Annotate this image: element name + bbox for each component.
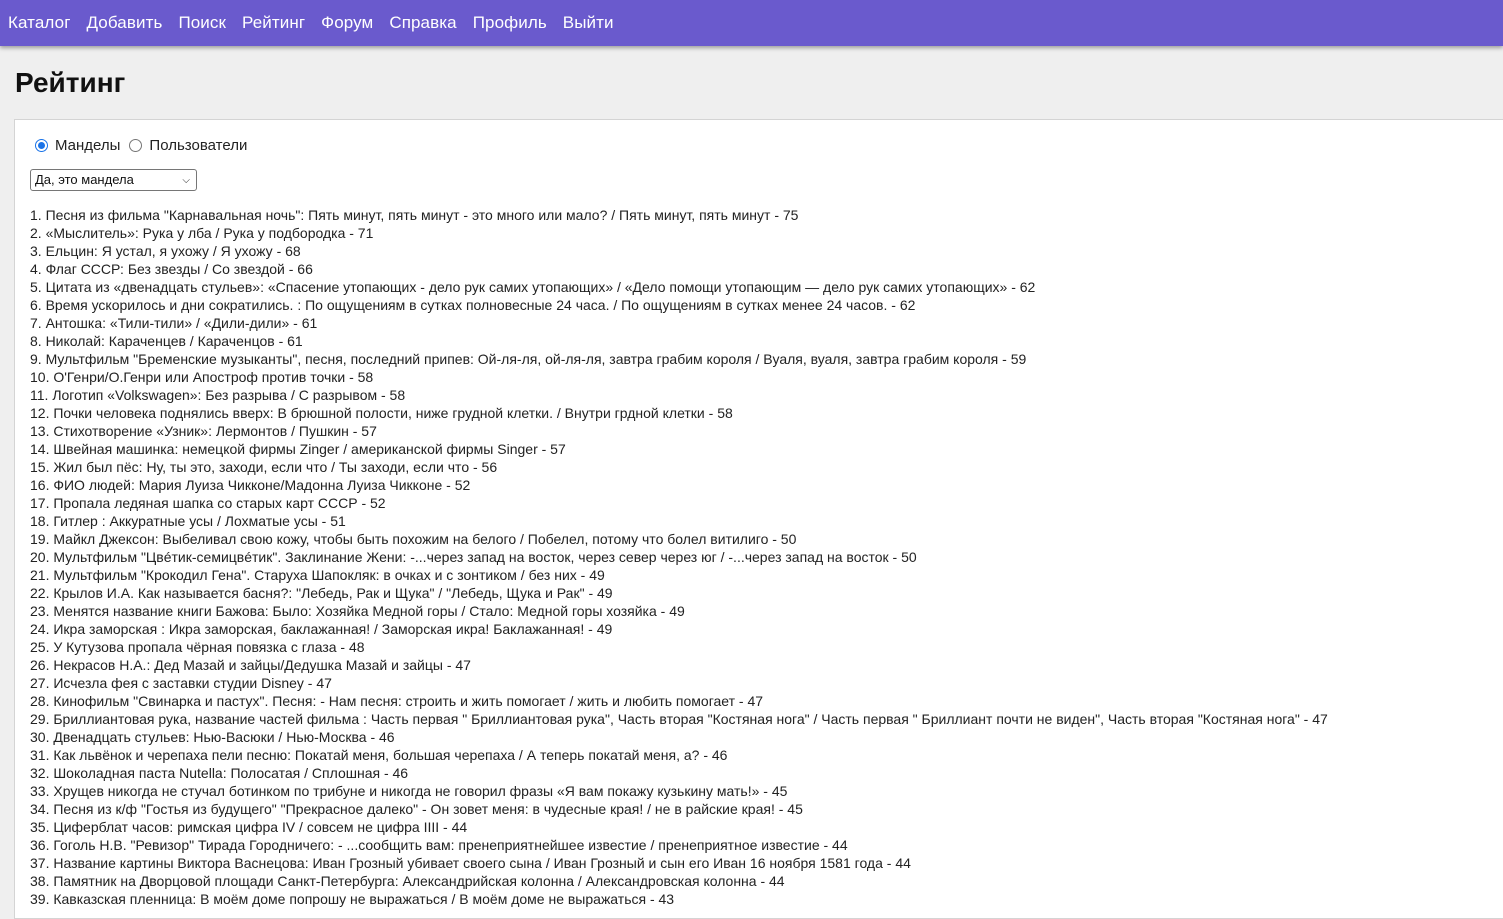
rating-list-item: 38. Памятник на Дворцовой площади Санкт-… [30,873,785,889]
rating-list-item: 33. Хрущев никогда не стучал ботинком по… [30,783,788,799]
rating-list-item: 37. Название картины Виктора Васнецова: … [30,855,911,871]
nav-rating-link[interactable]: Рейтинг [242,13,305,33]
rating-list-item: 10. О'Генри/О.Генри или Апостроф против … [30,369,374,385]
rating-list-item: 6. Время ускорилось и дни сократились. :… [30,297,916,313]
rating-list-item: 17. Пропала ледяная шапка со старых карт… [30,495,386,511]
rating-list-item: 4. Флаг СССР: Без звезды / Со звездой - … [30,261,313,277]
nav-logout-link[interactable]: Выйти [563,13,614,33]
rating-list-item: 13. Стихотворение «Узник»: Лермонтов / П… [30,423,377,439]
rating-list-item: 19. Майкл Джексон: Выбеливал свою кожу, … [30,531,797,547]
rating-list-item: 20. Мультфильм "Цвéтик-семицвéтик". Закл… [30,549,917,565]
nav-catalog-link[interactable]: Каталог [8,13,71,33]
rating-list-item: 39. Кавказская пленница: В моём доме поп… [30,891,675,907]
rating-list-item: 1. Песня из фильма "Карнавальная ночь": … [30,207,799,223]
rating-list-item: 31. Как львёнок и черепаха пели песню: П… [30,747,728,763]
rating-list-item: 35. Циферблат часов: римская цифра IV / … [30,819,468,835]
mandela-radio-label[interactable]: Манделы [55,137,120,154]
page-title: Рейтинг [15,67,126,98]
users-radio-label[interactable]: Пользователи [149,137,247,154]
top-nav-bar: Каталог Добавить Поиск Рейтинг Форум Спр… [0,0,1503,46]
nav-add-link[interactable]: Добавить [87,13,163,33]
mandela-filter-select[interactable]: Да, это мандела ⌵ [30,169,197,191]
chevron-down-icon: ⌵ [182,175,190,186]
mandela-radio[interactable] [35,139,48,152]
rating-list-item: 5. Цитата из «двенадцать стульев»: «Спас… [30,279,1036,295]
rating-list-item: 21. Мультфильм "Крокодил Гена". Старуха … [30,567,605,583]
rating-list-item: 8. Николай: Караченцев / Караченцов - 61 [30,333,303,349]
mandela-filter-selected-value: Да, это мандела [35,172,134,187]
rating-list-item: 15. Жил был пёс: Ну, ты это, заходи, есл… [30,459,498,475]
rating-list-item: 24. Икра заморская : Икра заморская, бак… [30,621,613,637]
rating-list-item: 32. Шоколадная паста Nutella: Полосатая … [30,765,409,781]
users-radio[interactable] [129,139,143,152]
rating-list-item: 14. Швейная машинка: немецкой фирмы Zing… [30,441,566,457]
nav-search-link[interactable]: Поиск [178,13,226,33]
rating-list-item: 12. Почки человека поднялись вверх: В бр… [30,405,733,421]
rating-type-radio-group: Манделы Пользователи [35,137,256,154]
nav-help-link[interactable]: Справка [389,13,456,33]
rating-list-item: 28. Кинофильм "Свинарка и пастух". Песня… [30,693,764,709]
nav-profile-link[interactable]: Профиль [473,13,547,33]
rating-panel: Манделы Пользователи Да, это мандела ⌵ 1… [14,119,1503,919]
rating-list-item: 18. Гитлер : Аккуратные усы / Лохматые у… [30,513,346,529]
rating-list-item: 23. Менятся название книги Бажова: Было:… [30,603,685,619]
rating-list-item: 30. Двенадцать стульев: Нью-Васюки / Нью… [30,729,395,745]
rating-list-item: 34. Песня из к/ф "Гостья из будущего" "П… [30,801,803,817]
rating-list-item: 36. Гоголь Н.В. "Ревизор" Тирада Городни… [30,837,848,853]
rating-list-item: 25. У Кутузова пропала чёрная повязка с … [30,639,365,655]
rating-list-item: 16. ФИО людей: Мария Луиза Чикконе/Мадон… [30,477,471,493]
rating-list-item: 29. Бриллиантовая рука, название частей … [30,711,1328,727]
rating-list-item: 3. Ельцин: Я устал, я ухожу / Я ухожу - … [30,243,301,259]
rating-list-item: 9. Мультфильм "Бременские музыканты", пе… [30,351,1027,367]
nav-forum-link[interactable]: Форум [321,13,373,33]
rating-list-item: 7. Антошка: «Тили-тили» / «Дили-дили» - … [30,315,318,331]
rating-list-item: 22. Крылов И.А. Как называется басня?: "… [30,585,613,601]
rating-list-item: 26. Некрасов Н.А.: Дед Мазай и зайцы/Дед… [30,657,471,673]
rating-list-item: 2. «Мыслитель»: Рука у лба / Рука у подб… [30,225,374,241]
rating-list-item: 11. Логотип «Volkswagen»: Без разрыва / … [30,387,406,403]
rating-list: 1. Песня из фильма "Карнавальная ночь": … [30,206,1328,908]
rating-list-item: 27. Исчезла фея с заставки студии Disney… [30,675,332,691]
